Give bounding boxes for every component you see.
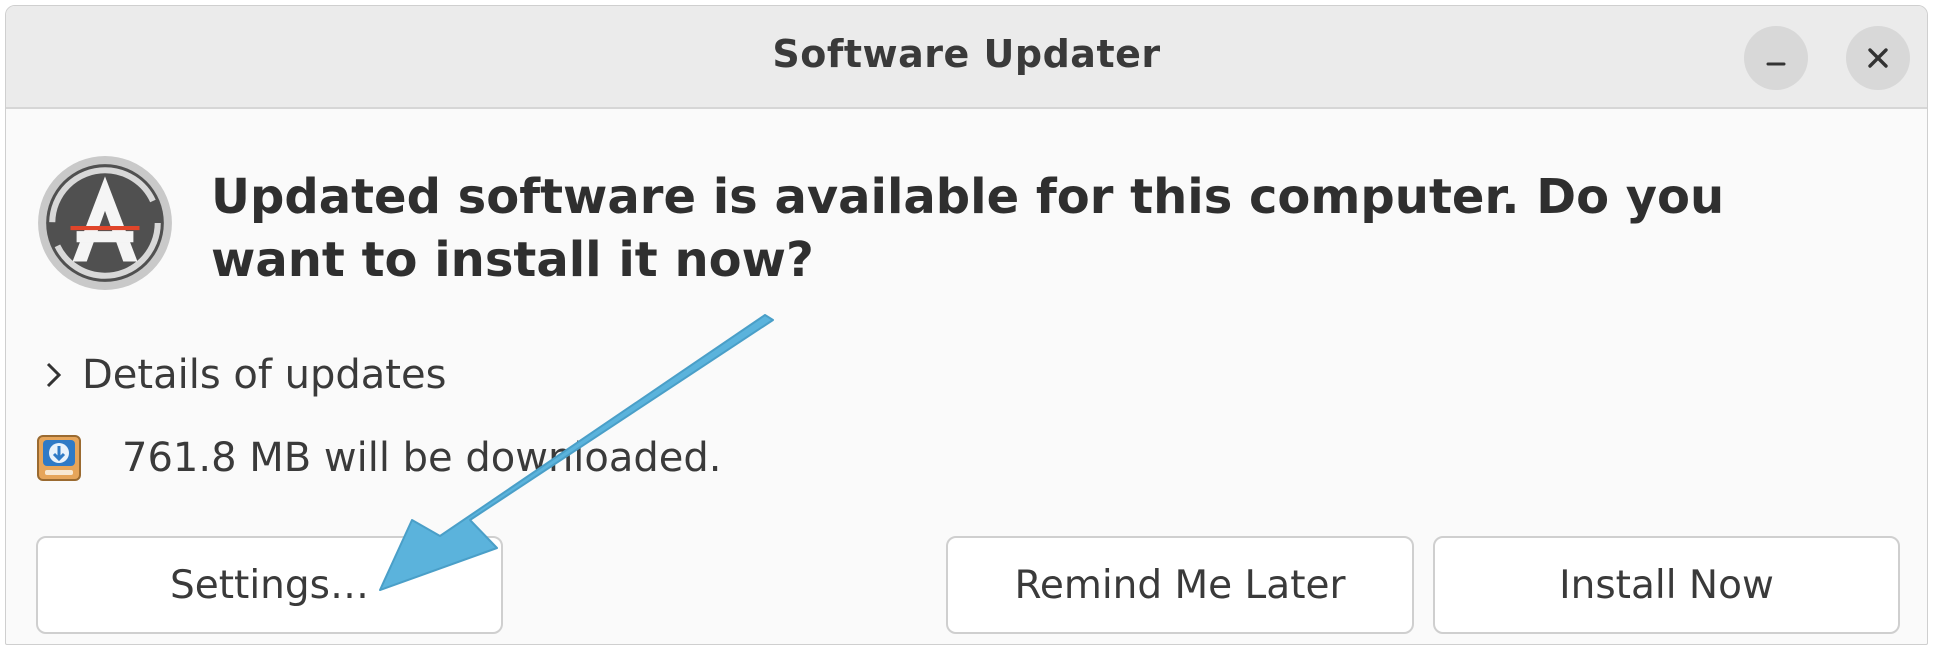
software-updater-icon (38, 156, 172, 290)
remind-me-later-button[interactable]: Remind Me Later (946, 536, 1414, 634)
settings-button[interactable]: Settings… (36, 536, 503, 634)
close-button[interactable] (1846, 26, 1910, 90)
download-size-row: 761.8 MB will be downloaded. (36, 434, 722, 482)
download-size-text: 761.8 MB will be downloaded. (122, 435, 722, 481)
software-updater-window: Software Updater Updated software is ava… (5, 5, 1928, 645)
download-drive-icon (37, 435, 81, 481)
install-now-button[interactable]: Install Now (1433, 536, 1900, 634)
update-available-message: Updated software is available for this c… (211, 169, 1725, 288)
chevron-right-icon (46, 362, 62, 388)
minimize-icon (1766, 62, 1786, 66)
details-of-updates-expander[interactable]: Details of updates (44, 349, 446, 401)
minimize-button[interactable] (1744, 26, 1808, 90)
close-icon (1868, 48, 1888, 68)
details-of-updates-label: Details of updates (82, 352, 447, 398)
window-title: Software Updater (772, 32, 1161, 76)
title-bar[interactable]: Software Updater (6, 6, 1927, 109)
